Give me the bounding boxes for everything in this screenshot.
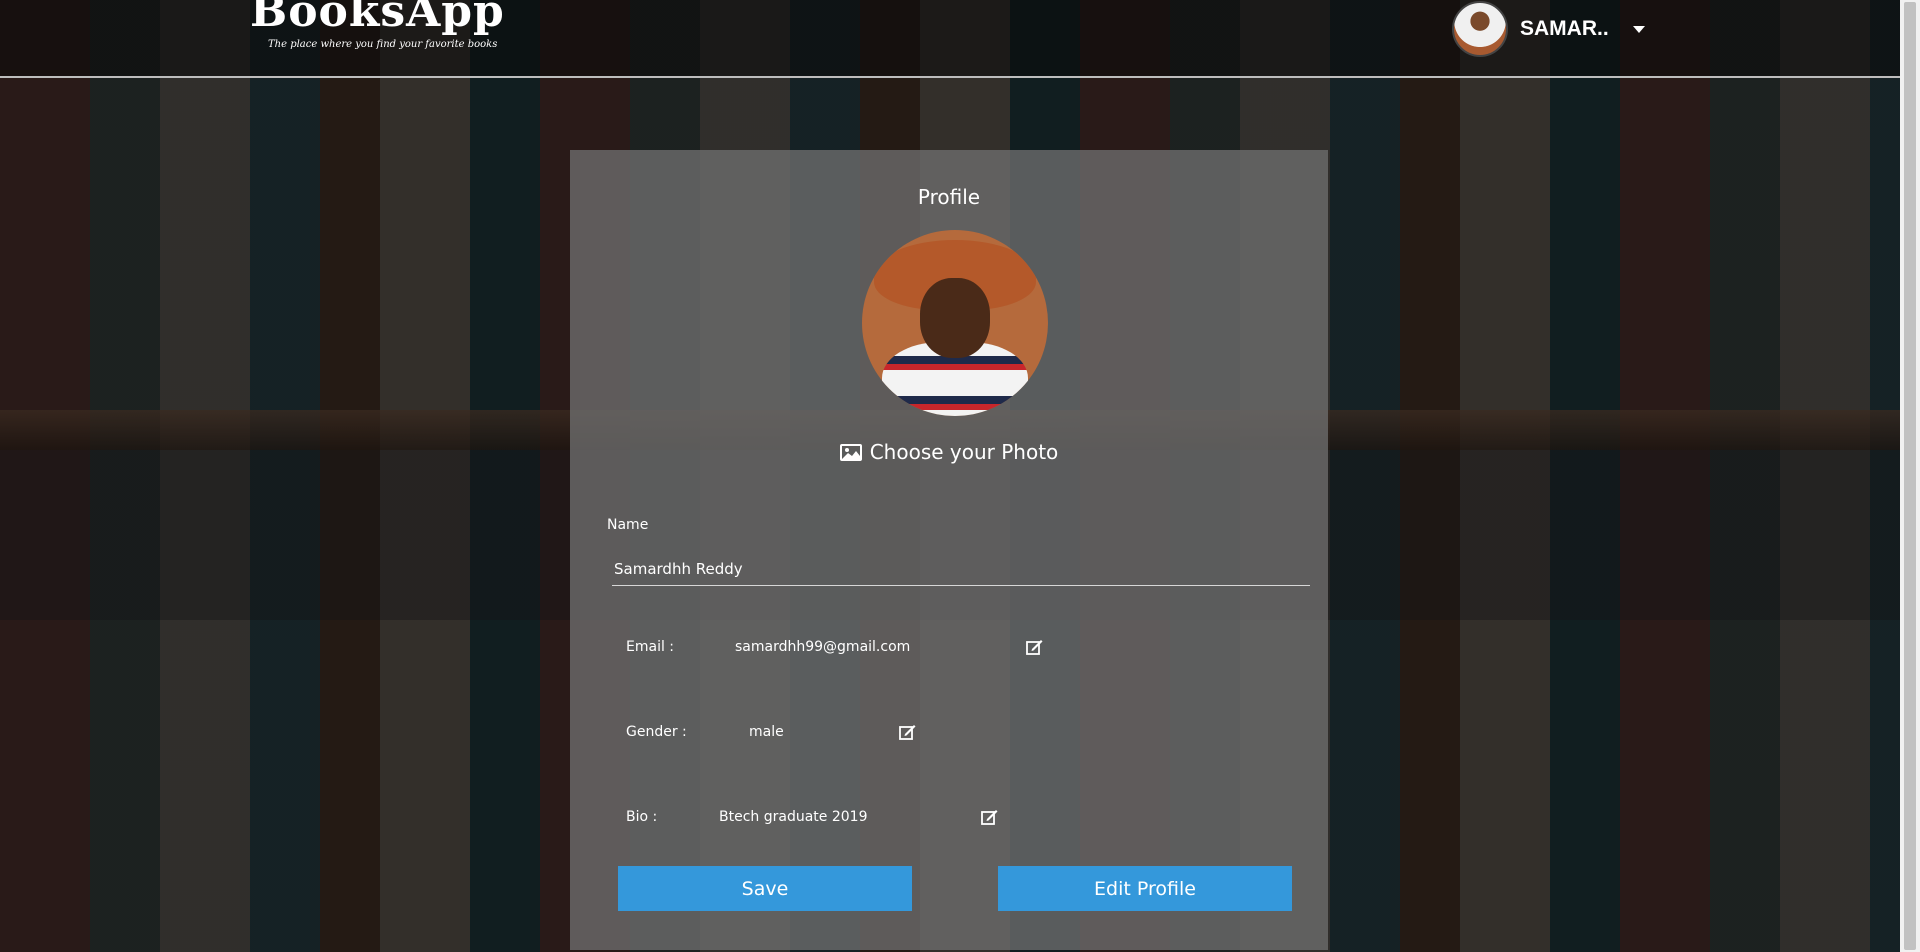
name-input[interactable] (612, 552, 1310, 586)
edit-profile-button[interactable]: Edit Profile (998, 866, 1292, 911)
email-row: Email : samardhh99@gmail.com (626, 637, 1043, 657)
image-icon (839, 443, 862, 461)
edit-bio-icon[interactable] (981, 809, 998, 825)
gender-value: male (749, 724, 784, 740)
bio-label: Bio : (626, 809, 658, 825)
bio-row: Bio : Btech graduate 2019 (626, 807, 998, 827)
email-label: Email : (626, 639, 675, 655)
user-avatar (1452, 1, 1508, 57)
edit-email-icon[interactable] (1026, 639, 1043, 655)
brand-logo[interactable]: BooksApp (250, 0, 505, 37)
page-scrollbar[interactable] (1900, 0, 1920, 952)
edit-gender-icon[interactable] (899, 724, 916, 740)
scrollbar-thumb[interactable] (1904, 2, 1916, 950)
user-menu-toggle[interactable]: SAMAR.. (1452, 0, 1645, 58)
profile-photo (862, 230, 1048, 416)
profile-title: Profile (917, 185, 981, 209)
save-button[interactable]: Save (618, 866, 912, 911)
chevron-down-icon (1632, 25, 1645, 33)
email-value: samardhh99@gmail.com (735, 639, 911, 655)
profile-card: Profile Choose your Photo Name Email : s… (570, 150, 1328, 950)
name-label: Name (607, 517, 649, 533)
bio-value: Btech graduate 2019 (719, 809, 868, 825)
gender-row: Gender : male (626, 722, 926, 742)
gender-label: Gender : (626, 724, 687, 740)
top-navbar: BooksApp The place where you find your f… (0, 0, 1900, 78)
profile-photo-face (920, 278, 990, 358)
brand-tagline: The place where you find your favorite b… (268, 39, 498, 50)
username-label: SAMAR.. (1520, 17, 1609, 40)
choose-photo-label: Choose your Photo (869, 440, 1059, 464)
choose-photo-button[interactable]: Choose your Photo (570, 440, 1328, 464)
